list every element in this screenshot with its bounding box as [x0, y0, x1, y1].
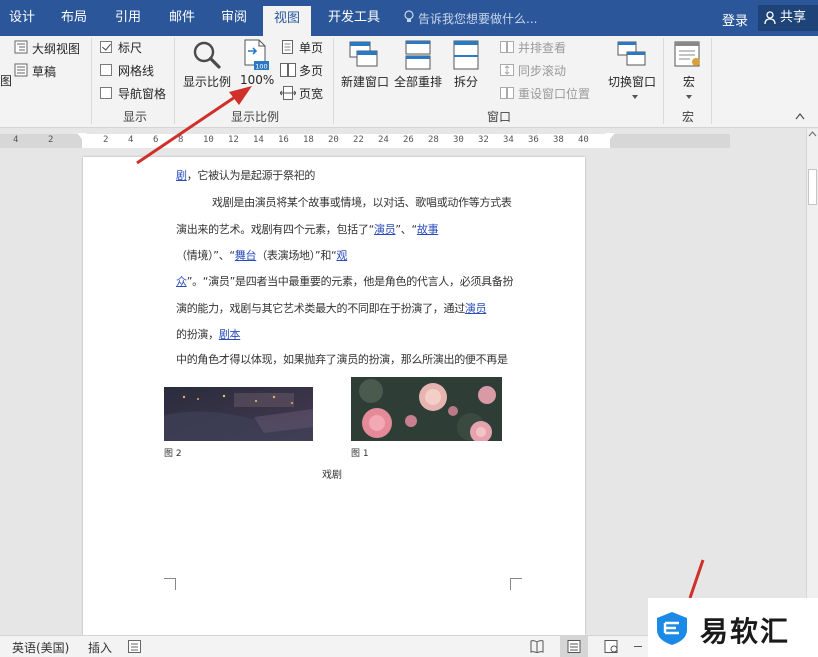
insert-mode-indicator[interactable]: 插入	[88, 639, 112, 656]
red-arrow-shaft	[136, 93, 239, 165]
read-mode-icon[interactable]	[530, 640, 544, 653]
red-arrow-head	[229, 86, 252, 105]
watermark-text: 易软汇	[700, 615, 791, 648]
watermark: 易软汇	[648, 598, 818, 657]
zoom-out-icon[interactable]	[634, 646, 642, 647]
language-indicator[interactable]: 英语(美国)	[12, 639, 69, 656]
macro-record-icon[interactable]	[128, 640, 141, 653]
print-layout-icon	[567, 640, 581, 653]
watermark-logo-icon	[657, 612, 687, 645]
red-arrow-shaft-partial	[688, 559, 705, 599]
print-layout-view-button[interactable]	[560, 636, 588, 657]
annotation-arrows	[136, 86, 705, 599]
web-layout-icon[interactable]	[604, 640, 618, 653]
